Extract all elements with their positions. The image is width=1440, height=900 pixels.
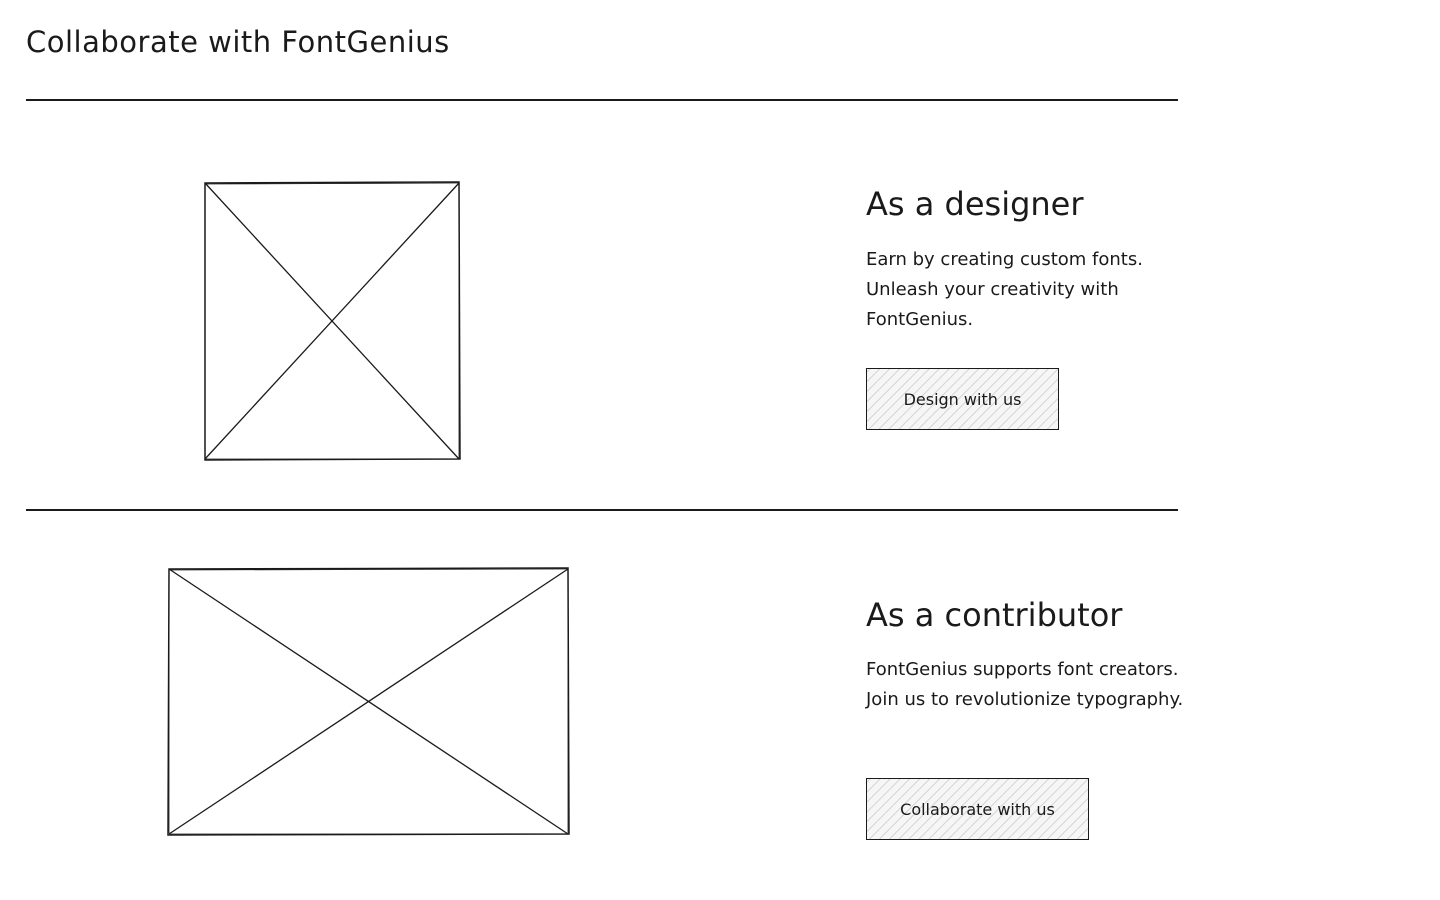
contributor-description: FontGenius supports font creators. Join … (866, 659, 1184, 710)
designer-description: Earn by creating custom fonts. Unleash y… (866, 249, 1143, 330)
contributor-image-placeholder-icon (167, 567, 570, 836)
designer-image-placeholder-icon (204, 181, 461, 461)
collaborate-with-us-button[interactable]: Collaborate with us (866, 778, 1089, 840)
page-title: Collaborate with FontGenius (26, 25, 450, 59)
designer-heading: As a designer (866, 185, 1084, 223)
top-divider (26, 99, 1178, 101)
middle-divider (26, 509, 1178, 511)
contributor-heading: As a contributor (866, 596, 1123, 634)
design-with-us-button[interactable]: Design with us (866, 368, 1059, 430)
